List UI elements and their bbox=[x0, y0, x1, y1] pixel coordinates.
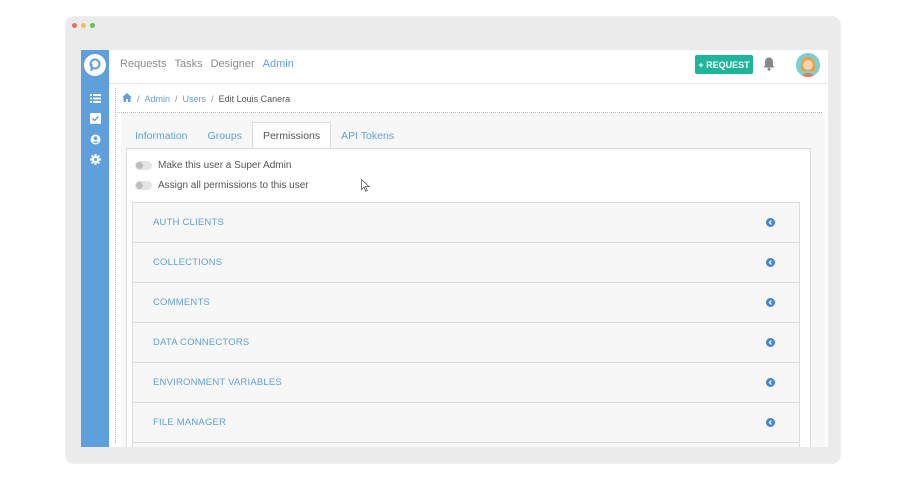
all-permissions-label: Assign all permissions to this user bbox=[158, 180, 309, 191]
permissions-panel: Make this user a Super Admin Assign all … bbox=[126, 148, 811, 447]
avatar[interactable] bbox=[796, 53, 820, 77]
app: Requests Tasks Designer Admin + REQUEST bbox=[81, 50, 828, 447]
permission-group-row[interactable]: COLLECTIONS bbox=[133, 243, 799, 283]
bell-icon[interactable] bbox=[762, 56, 776, 72]
home-icon[interactable] bbox=[122, 93, 132, 104]
chevron-left-circle-icon[interactable] bbox=[766, 258, 775, 267]
breadcrumb-separator: / bbox=[137, 93, 140, 104]
user-circle-icon[interactable] bbox=[89, 133, 101, 145]
tab-information[interactable]: Information bbox=[125, 122, 198, 149]
breadcrumb-users[interactable]: Users bbox=[183, 94, 207, 104]
permission-group-row[interactable]: ENVIRONMENT VARIABLES bbox=[133, 363, 799, 403]
permission-group-label: ENVIRONMENT VARIABLES bbox=[153, 377, 282, 388]
chevron-left-circle-icon[interactable] bbox=[766, 338, 775, 347]
breadcrumb-separator: / bbox=[211, 93, 214, 104]
nav-requests[interactable]: Requests bbox=[120, 58, 166, 70]
window-controls bbox=[72, 23, 95, 28]
checkbox-icon[interactable] bbox=[89, 112, 101, 124]
breadcrumb: / Admin / Users / Edit Louis Canera bbox=[122, 93, 290, 104]
close-dot[interactable] bbox=[72, 23, 77, 28]
breadcrumb-admin[interactable]: Admin bbox=[145, 94, 171, 104]
breadcrumb-current: Edit Louis Canera bbox=[218, 93, 291, 104]
permission-group-label: FILE MANAGER bbox=[153, 417, 227, 428]
super-admin-switch[interactable] bbox=[135, 161, 152, 170]
tab-groups[interactable]: Groups bbox=[198, 122, 252, 149]
permission-group-label: COLLECTIONS bbox=[153, 257, 223, 268]
maximize-dot[interactable] bbox=[90, 23, 95, 28]
chevron-left-circle-icon[interactable] bbox=[766, 418, 775, 427]
main-nav: Requests Tasks Designer Admin bbox=[120, 58, 294, 70]
tab-api-tokens[interactable]: API Tokens bbox=[331, 122, 404, 149]
guide-line-vertical bbox=[115, 88, 116, 443]
all-permissions-toggle-row: Assign all permissions to this user bbox=[135, 180, 309, 191]
nav-designer[interactable]: Designer bbox=[211, 58, 255, 70]
super-admin-toggle-row: Make this user a Super Admin bbox=[135, 160, 291, 171]
permission-group-row[interactable]: AUTH CLIENTS bbox=[133, 203, 799, 243]
nav-tasks[interactable]: Tasks bbox=[174, 58, 202, 70]
permission-group-label: COMMENTS bbox=[153, 297, 211, 308]
permission-group-row[interactable]: DATA CONNECTORS bbox=[133, 323, 799, 363]
list-icon[interactable] bbox=[89, 92, 101, 104]
permission-group-row[interactable]: FILE MANAGER bbox=[133, 403, 799, 443]
top-navbar: Requests Tasks Designer Admin + REQUEST bbox=[109, 50, 828, 84]
permission-group-row[interactable] bbox=[133, 443, 799, 447]
processmaker-logo-icon[interactable] bbox=[84, 54, 106, 76]
chevron-left-circle-icon[interactable] bbox=[766, 298, 775, 307]
chevron-left-circle-icon[interactable] bbox=[766, 218, 775, 227]
permission-groups-list: AUTH CLIENTS COLLECTIONS COMMENTS DATA CONN… bbox=[132, 202, 800, 447]
user-tabs: Information Groups Permissions API Token… bbox=[125, 122, 404, 149]
breadcrumb-separator: / bbox=[175, 93, 178, 104]
permission-group-label: AUTH CLIENTS bbox=[153, 217, 225, 228]
tab-permissions[interactable]: Permissions bbox=[251, 122, 332, 149]
main-content: Information Groups Permissions API Token… bbox=[121, 113, 825, 447]
minimize-dot[interactable] bbox=[81, 23, 86, 28]
sidebar bbox=[81, 50, 109, 447]
gear-icon[interactable] bbox=[89, 153, 101, 165]
nav-admin[interactable]: Admin bbox=[263, 58, 294, 70]
all-permissions-switch[interactable] bbox=[135, 181, 152, 190]
new-request-button[interactable]: + REQUEST bbox=[695, 55, 753, 74]
chevron-left-circle-icon[interactable] bbox=[766, 378, 775, 387]
super-admin-label: Make this user a Super Admin bbox=[158, 160, 292, 171]
mouse-cursor-icon bbox=[361, 178, 371, 197]
permission-group-row[interactable]: COMMENTS bbox=[133, 283, 799, 323]
permission-group-label: DATA CONNECTORS bbox=[153, 337, 250, 348]
